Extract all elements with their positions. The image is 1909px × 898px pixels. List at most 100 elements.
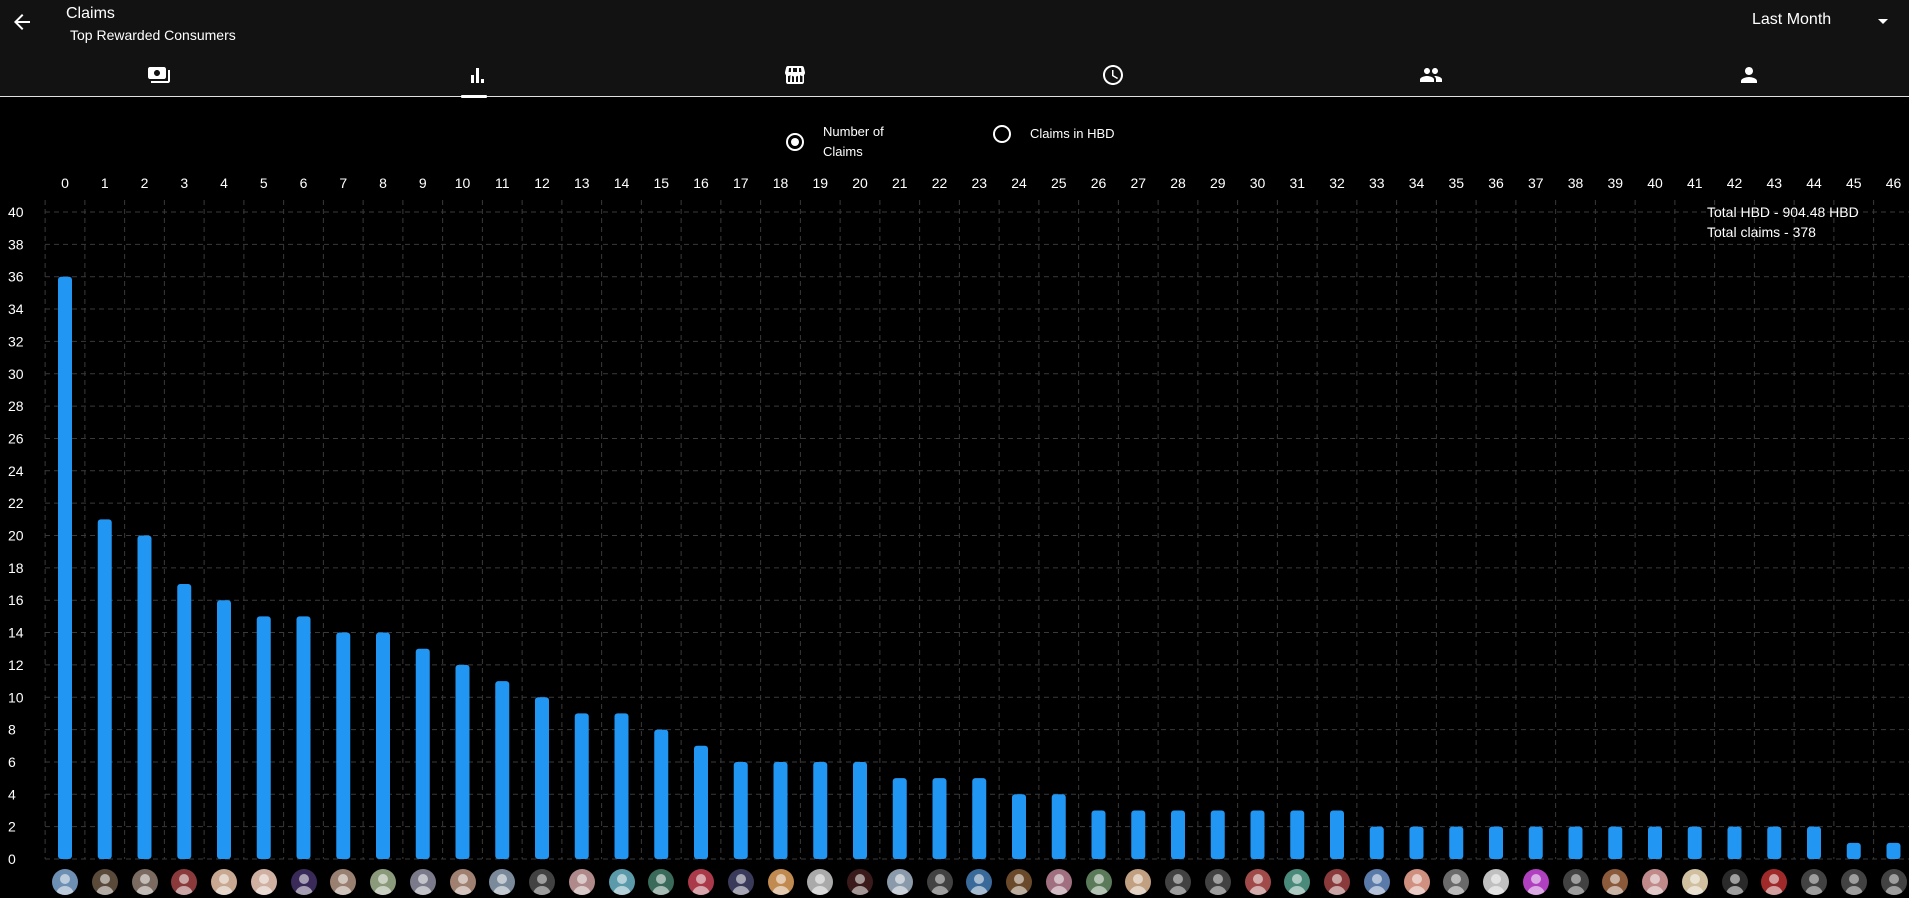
user-avatar[interactable] bbox=[1840, 869, 1867, 895]
user-avatar[interactable] bbox=[1562, 869, 1589, 895]
x-tick-label: 1 bbox=[101, 175, 109, 191]
user-avatar[interactable] bbox=[1085, 869, 1112, 895]
y-tick-label: 36 bbox=[8, 269, 24, 285]
user-avatar[interactable] bbox=[1681, 869, 1708, 895]
x-tick-label: 0 bbox=[61, 175, 69, 191]
totals-panel: Total HBD - 904.48 HBD Total claims - 37… bbox=[1707, 202, 1859, 242]
x-tick-label: 19 bbox=[812, 175, 828, 191]
dropdown-caret-icon bbox=[1878, 19, 1888, 24]
x-tick-label: 6 bbox=[300, 175, 308, 191]
tab-profile[interactable] bbox=[1590, 50, 1908, 96]
user-avatar[interactable] bbox=[886, 869, 913, 895]
x-tick-label: 42 bbox=[1727, 175, 1743, 191]
y-tick-label: 34 bbox=[8, 301, 24, 317]
user-avatar[interactable] bbox=[131, 869, 158, 895]
x-tick-label: 9 bbox=[419, 175, 427, 191]
user-avatar[interactable] bbox=[926, 869, 953, 895]
user-avatar[interactable] bbox=[52, 869, 78, 895]
bar bbox=[1449, 826, 1464, 859]
user-avatar[interactable] bbox=[370, 869, 396, 895]
clock-icon bbox=[1103, 65, 1123, 85]
y-tick-label: 2 bbox=[8, 819, 16, 835]
x-tick-label: 18 bbox=[773, 175, 789, 191]
user-avatar[interactable] bbox=[1761, 869, 1788, 895]
x-tick-label: 41 bbox=[1687, 175, 1703, 191]
tab-bar bbox=[0, 50, 1909, 98]
y-tick-label: 26 bbox=[8, 430, 24, 446]
user-avatar[interactable] bbox=[1006, 869, 1032, 895]
user-avatar[interactable] bbox=[1522, 869, 1549, 895]
user-avatar[interactable] bbox=[648, 869, 675, 895]
bar bbox=[1131, 810, 1146, 859]
user-avatar[interactable] bbox=[966, 869, 993, 895]
period-select[interactable]: Last Month bbox=[1752, 11, 1902, 35]
app-bar: Claims Top Rewarded Consumers Last Month bbox=[0, 0, 1909, 98]
bar bbox=[1846, 842, 1861, 859]
user-avatar[interactable] bbox=[1045, 869, 1072, 895]
user-avatar[interactable] bbox=[1125, 869, 1152, 895]
x-tick-label: 17 bbox=[733, 175, 749, 191]
user-avatar[interactable] bbox=[1880, 869, 1907, 895]
page-subtitle: Top Rewarded Consumers bbox=[70, 27, 236, 43]
y-tick-label: 0 bbox=[8, 851, 16, 867]
x-tick-label: 3 bbox=[180, 175, 188, 191]
user-avatar[interactable] bbox=[568, 869, 595, 895]
tab-store[interactable] bbox=[636, 50, 954, 96]
x-tick-label: 28 bbox=[1170, 175, 1186, 191]
x-tick-label: 46 bbox=[1886, 175, 1902, 191]
x-tick-label: 11 bbox=[495, 175, 510, 191]
user-avatar[interactable] bbox=[727, 869, 754, 895]
radio-number-of-claims[interactable]: Number of Claims bbox=[786, 122, 884, 162]
user-avatar[interactable] bbox=[171, 869, 198, 895]
user-avatar[interactable] bbox=[1284, 869, 1311, 895]
user-avatar[interactable] bbox=[409, 869, 436, 895]
tab-leaderboard[interactable] bbox=[318, 50, 636, 96]
user-avatar[interactable] bbox=[1443, 869, 1470, 895]
user-avatar[interactable] bbox=[1244, 869, 1271, 895]
user-avatar[interactable] bbox=[489, 869, 516, 895]
x-tick-label: 20 bbox=[852, 175, 868, 191]
user-avatar[interactable] bbox=[1324, 869, 1350, 895]
tab-payments[interactable] bbox=[0, 50, 318, 96]
user-avatar[interactable] bbox=[1204, 869, 1231, 895]
user-avatar[interactable] bbox=[1403, 869, 1430, 895]
x-tick-label: 12 bbox=[534, 175, 550, 191]
user-avatar[interactable] bbox=[1721, 869, 1748, 895]
bar bbox=[733, 761, 748, 859]
user-avatar[interactable] bbox=[1165, 869, 1191, 895]
x-tick-label: 39 bbox=[1607, 175, 1623, 191]
user-avatar[interactable] bbox=[1801, 869, 1827, 895]
bar bbox=[1250, 810, 1265, 859]
bar bbox=[1290, 810, 1305, 859]
user-avatar[interactable] bbox=[211, 869, 237, 895]
user-avatar[interactable] bbox=[529, 869, 555, 895]
x-tick-label: 27 bbox=[1130, 175, 1146, 191]
arrow-back-icon bbox=[14, 14, 30, 30]
radio-unchecked-icon bbox=[993, 125, 1011, 143]
user-avatar[interactable] bbox=[330, 869, 357, 895]
user-avatar[interactable] bbox=[608, 869, 635, 895]
user-avatar[interactable] bbox=[688, 869, 714, 895]
radio-claims-in-hbd[interactable]: Claims in HBD bbox=[993, 124, 1115, 144]
user-avatar[interactable] bbox=[1363, 869, 1390, 895]
back-button[interactable] bbox=[10, 10, 34, 34]
user-avatar[interactable] bbox=[847, 869, 873, 895]
total-claims-label: Total claims - 378 bbox=[1707, 224, 1816, 240]
total-hbd-label: Total HBD - 904.48 HBD bbox=[1707, 204, 1859, 220]
x-tick-label: 44 bbox=[1806, 175, 1822, 191]
x-tick-label: 40 bbox=[1647, 175, 1663, 191]
tab-group[interactable] bbox=[1272, 50, 1590, 96]
user-avatar[interactable] bbox=[250, 869, 277, 895]
x-tick-label: 38 bbox=[1568, 175, 1584, 191]
tab-history[interactable] bbox=[954, 50, 1272, 96]
y-tick-label: 40 bbox=[8, 204, 24, 220]
bar bbox=[1767, 826, 1782, 859]
user-avatar[interactable] bbox=[91, 869, 118, 895]
user-avatar[interactable] bbox=[1602, 869, 1629, 895]
user-avatar[interactable] bbox=[1483, 869, 1509, 895]
user-avatar[interactable] bbox=[767, 869, 794, 895]
user-avatar[interactable] bbox=[290, 869, 317, 895]
user-avatar[interactable] bbox=[807, 869, 834, 895]
user-avatar[interactable] bbox=[449, 869, 476, 895]
user-avatar[interactable] bbox=[1642, 869, 1668, 895]
